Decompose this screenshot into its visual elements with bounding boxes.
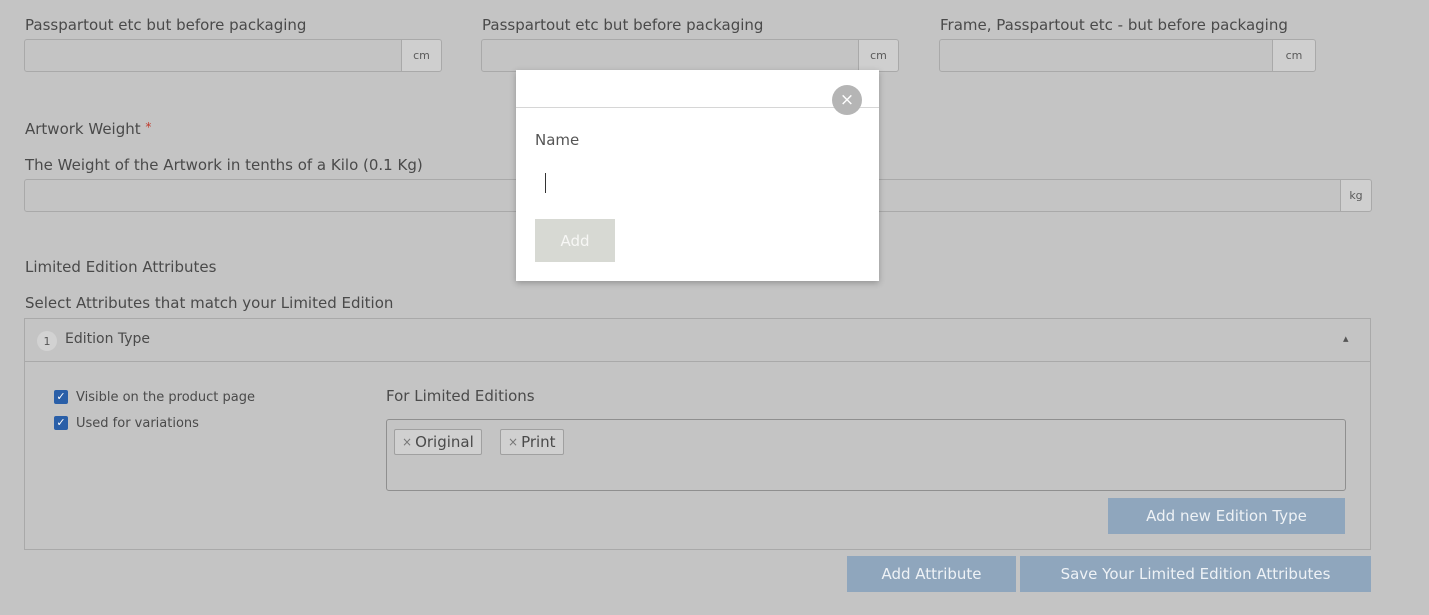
tag-original: × Original: [394, 429, 482, 455]
tag-label: Print: [521, 433, 556, 451]
attribute-index-badge: 1: [37, 331, 57, 351]
save-attributes-button[interactable]: Save Your Limited Edition Attributes: [1020, 556, 1371, 592]
modal-name-input[interactable]: [535, 165, 860, 201]
collapse-arrow-icon[interactable]: ▴: [1343, 332, 1349, 345]
weight-unit: kg: [1340, 179, 1372, 212]
weight-label-text: Artwork Weight: [25, 120, 141, 138]
weight-description: The Weight of the Artwork in tenths of a…: [25, 156, 423, 174]
add-name-modal: × Name Add: [516, 70, 879, 281]
dimension-3-input[interactable]: [939, 39, 1273, 72]
tag-label: Original: [415, 433, 474, 451]
tag-remove-icon[interactable]: ×: [508, 435, 518, 449]
dimension-1-description: Passpartout etc but before packaging: [25, 16, 307, 34]
add-edition-type-button[interactable]: Add new Edition Type: [1108, 498, 1345, 534]
dimension-2-input[interactable]: [481, 39, 859, 72]
dimension-3-unit: cm: [1272, 39, 1316, 72]
tag-print: × Print: [500, 429, 564, 455]
limited-edition-subheading: Select Attributes that match your Limite…: [25, 294, 394, 312]
weight-label: Artwork Weight *: [25, 120, 151, 138]
text-cursor: [545, 173, 546, 193]
tag-remove-icon[interactable]: ×: [402, 435, 412, 449]
close-icon[interactable]: ×: [832, 85, 862, 115]
attribute-panel: 1 Edition Type ▴ ✓ Visible on the produc…: [24, 318, 1371, 550]
attribute-panel-header[interactable]: 1 Edition Type ▴: [25, 319, 1370, 362]
values-label: For Limited Editions: [386, 387, 535, 405]
required-mark: *: [145, 120, 152, 134]
visible-checkbox[interactable]: ✓: [54, 390, 68, 404]
limited-edition-heading: Limited Edition Attributes: [25, 258, 217, 276]
dimension-2-unit: cm: [858, 39, 899, 72]
variations-checkbox-label: Used for variations: [76, 416, 199, 431]
dimension-1-input[interactable]: [24, 39, 402, 72]
modal-name-label: Name: [535, 131, 580, 149]
variations-checkbox[interactable]: ✓: [54, 416, 68, 430]
dimension-1-unit: cm: [401, 39, 442, 72]
dimension-3-description: Frame, Passpartout etc - but before pack…: [940, 16, 1288, 34]
attribute-name: Edition Type: [65, 331, 151, 347]
modal-add-button[interactable]: Add: [535, 219, 615, 262]
attribute-values-box[interactable]: × Original × Print: [386, 419, 1346, 491]
add-attribute-button[interactable]: Add Attribute: [847, 556, 1016, 592]
dimension-2-description: Passpartout etc but before packaging: [482, 16, 764, 34]
visible-checkbox-label: Visible on the product page: [76, 390, 255, 405]
modal-header: [516, 70, 879, 108]
